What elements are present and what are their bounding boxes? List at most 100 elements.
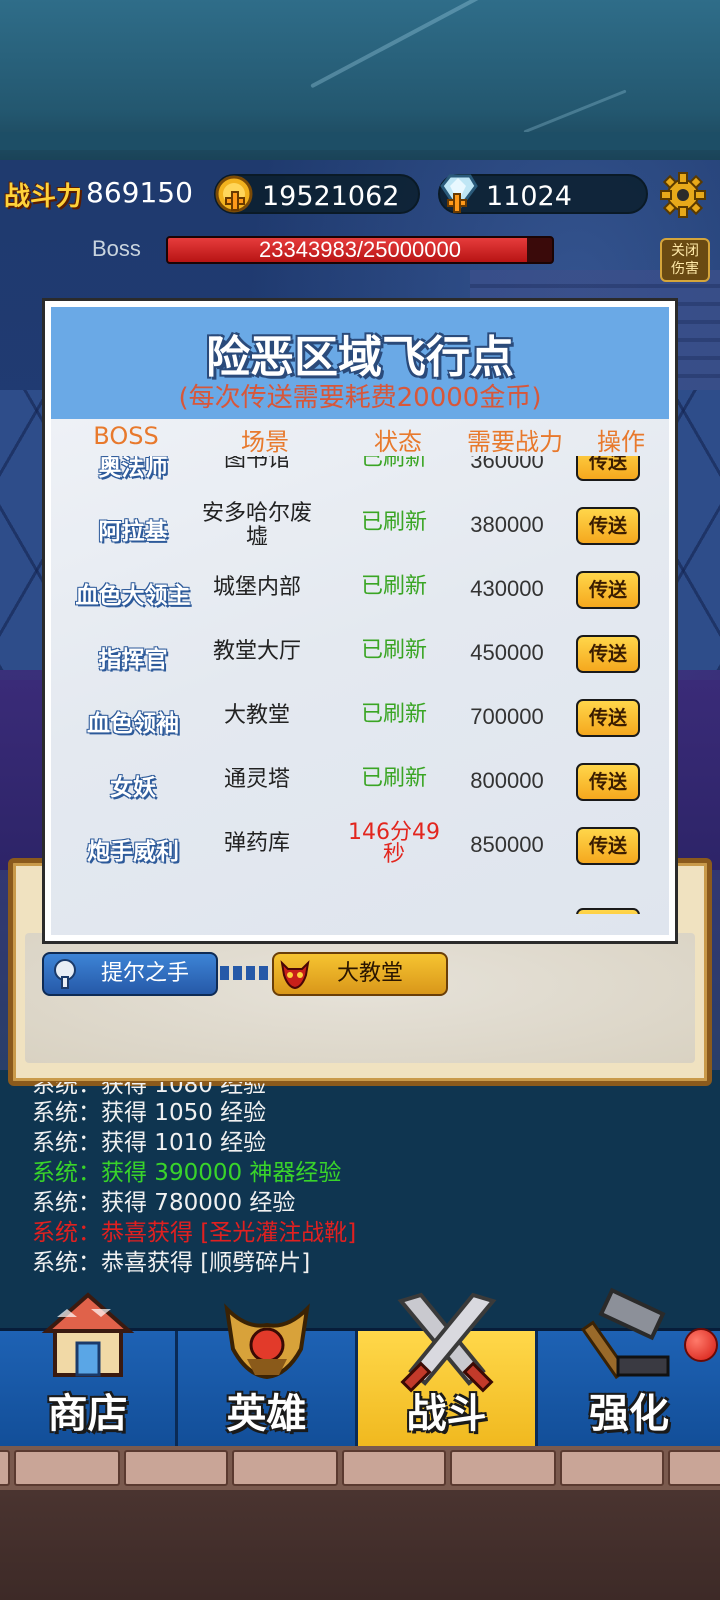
boss-hp-text: 23343983/25000000 [259, 237, 461, 262]
scene-name: 通灵塔 [223, 767, 290, 792]
modal-header: 险恶区域飞行点 (每次传送需要耗费20000金币) [51, 307, 669, 419]
brick [14, 1450, 120, 1486]
brick [0, 1450, 10, 1486]
gold-coin-plus-icon[interactable] [212, 174, 256, 218]
sky-streak [523, 89, 627, 134]
gem-counter[interactable]: 11024 [438, 174, 648, 214]
bottom-nav: 商店 英雄 战斗 强化 [0, 1287, 720, 1449]
boss-row: 女妖 通灵塔 已刷新 800000 传送 [48, 750, 672, 814]
close-damage-button[interactable]: 关闭 伤害 [660, 238, 710, 282]
demon-skull-icon [280, 960, 310, 990]
gold-value: 19521062 [262, 181, 400, 212]
teleport-button[interactable]: 传送 [576, 827, 640, 865]
scene-name: 城堡内部 [212, 575, 301, 600]
system-log: 系统：获得 1080 经验 系统：获得 1050 经验 系统：获得 1010 经验… [32, 1082, 692, 1278]
modal-subtitle: (每次传送需要耗费20000金币) [178, 383, 542, 413]
hud-top-bar: 战斗力 869150 19521062 11024 [0, 168, 720, 218]
boss-hp-bar: 23343983/25000000 [166, 236, 554, 264]
column-header-boss: BOSS [93, 422, 159, 450]
nav-hero[interactable]: 英雄 [178, 1303, 358, 1449]
teleport-button[interactable]: 传送 [576, 699, 640, 737]
hammer-icon [580, 1287, 670, 1380]
required-power: 800000 [470, 768, 544, 793]
boss-row: 血色领袖 大教堂 已刷新 700000 传送 [48, 686, 672, 750]
map-node-label: 提尔之手 [100, 961, 189, 986]
teleport-button[interactable]: 传送 [576, 456, 640, 481]
column-header-scene: 场景 [241, 428, 289, 456]
log-line: 系统：获得 780000 经验 [32, 1190, 296, 1216]
column-header-action: 操作 [597, 428, 645, 456]
log-line: 系统：获得 390000 神器经验 [32, 1160, 342, 1186]
boss-row: 炮手威利 弹药库 146分49秒 850000 传送 [48, 814, 672, 878]
nav-label: 强化 [589, 1391, 669, 1437]
required-power: 450000 [470, 640, 544, 665]
brick [232, 1450, 338, 1486]
scene-name: 弹药库 [223, 831, 290, 856]
nav-battle[interactable]: 战斗 [358, 1292, 538, 1449]
scene-name: 大教堂 [223, 703, 290, 728]
log-line-partial: 系统：获得 1080 经验 [32, 1082, 267, 1098]
required-power: 850000 [470, 832, 544, 857]
close-damage-label: 关闭 [671, 243, 699, 259]
teleport-button[interactable]: 传送 [576, 763, 640, 801]
required-power: 380000 [470, 512, 544, 537]
modal-title: 险恶区域飞行点 [206, 332, 514, 383]
map-node-cathedral[interactable]: 大教堂 [272, 952, 448, 996]
scene-name: 图书馆 [223, 456, 290, 472]
boss-label: Boss [92, 236, 141, 261]
gem-value: 11024 [486, 181, 572, 212]
log-line: 系统：获得 1010 经验 [32, 1130, 267, 1156]
brick [342, 1450, 446, 1486]
nav-label: 英雄 [226, 1391, 307, 1437]
boss-list[interactable]: 奥法师 图书馆 已刷新 360000 传送 阿拉基 安多哈尔废墟 已刷新 380000 传送 血色大… [48, 456, 672, 914]
boss-row: 指挥官 教堂大厅 已刷新 450000 传送 [48, 622, 672, 686]
sky-streak [310, 0, 480, 89]
boss-row: 血色大领主 城堡内部 已刷新 430000 传送 [48, 558, 672, 622]
gear-icon[interactable] [660, 172, 706, 218]
status-text: 已刷新 [360, 702, 427, 727]
log-line: 系统：获得 1050 经验 [32, 1100, 267, 1126]
log-line: 系统：恭喜获得 [圣光灌注战靴] [32, 1220, 357, 1246]
nav-label: 战斗 [406, 1391, 487, 1437]
power-value: 869150 [86, 176, 193, 209]
map-node-tyrs-hand[interactable]: 提尔之手 [42, 952, 218, 996]
nav-shop[interactable]: 商店 [0, 1292, 178, 1449]
scene-name: 教堂大厅 [212, 639, 301, 664]
teleport-button[interactable]: 传送 [576, 571, 640, 609]
map-path-dots [220, 966, 272, 980]
brick [668, 1450, 720, 1486]
boss-row: 阿拉基 安多哈尔废墟 已刷新 380000 传送 [48, 494, 672, 558]
status-text: 已刷新 [360, 638, 427, 663]
teleport-button[interactable]: 传送 [576, 507, 640, 545]
column-header-power: 需要战力 [467, 428, 563, 456]
teleport-button[interactable]: 传送 [576, 635, 640, 673]
nav-label: 商店 [47, 1391, 128, 1437]
log-line: 系统：恭喜获得 [顺劈碎片] [32, 1250, 311, 1276]
power-label: 战斗力 [4, 182, 83, 212]
top-background [0, 0, 720, 160]
brick [450, 1450, 556, 1486]
status-text: 已刷新 [360, 456, 427, 471]
status-text: 已刷新 [360, 766, 427, 791]
ground [0, 1490, 720, 1600]
map-node-label: 大教堂 [336, 961, 403, 986]
close-damage-label: 伤害 [671, 261, 699, 277]
scene-name: 安多哈尔废墟 [201, 501, 312, 550]
teleport-button[interactable] [576, 908, 640, 914]
status-text: 已刷新 [360, 574, 427, 599]
diamond-plus-icon[interactable] [436, 172, 480, 218]
tree-icon [54, 959, 76, 989]
boss-hp-row: Boss 23343983/25000000 [0, 230, 720, 268]
required-power: 360000 [470, 456, 544, 473]
status-text: 已刷新 [360, 510, 427, 535]
brick [560, 1450, 664, 1486]
gold-counter[interactable]: 19521062 [214, 174, 420, 214]
brick [124, 1450, 228, 1486]
hero-helmet-icon [223, 1303, 310, 1380]
required-power: 700000 [470, 704, 544, 729]
brick-border [0, 1446, 720, 1490]
column-header-status: 状态 [374, 428, 422, 456]
shop-icon [41, 1292, 134, 1377]
notification-dot [684, 1328, 718, 1362]
required-power: 430000 [470, 576, 544, 601]
